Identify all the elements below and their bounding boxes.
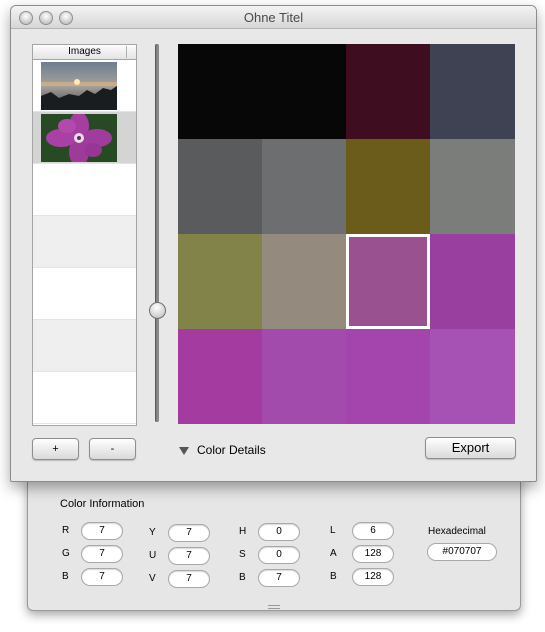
v-label: V <box>149 573 156 584</box>
lab-b-label: B <box>330 571 337 582</box>
color-swatch[interactable] <box>430 44 515 139</box>
add-image-button[interactable]: + <box>32 438 79 460</box>
b-label: B <box>62 571 69 582</box>
y-field[interactable]: 7 <box>168 524 210 542</box>
v-field[interactable]: 7 <box>168 570 210 588</box>
color-swatch[interactable] <box>430 139 515 234</box>
table-row[interactable] <box>33 60 136 112</box>
lab-b-field[interactable]: 128 <box>352 568 394 586</box>
table-row[interactable] <box>33 216 136 268</box>
hexadecimal-label: Hexadecimal <box>428 526 486 537</box>
main-window: Ohne Titel Images + - Color Details Expo… <box>10 5 537 482</box>
h-field[interactable]: 0 <box>258 523 300 541</box>
l-label: L <box>330 525 336 536</box>
sunset-thumbnail[interactable] <box>41 62 117 110</box>
table-row[interactable] <box>33 320 136 372</box>
table-row[interactable] <box>33 268 136 320</box>
color-palette-grid[interactable] <box>178 44 515 424</box>
hexadecimal-field[interactable]: #070707 <box>427 543 497 561</box>
h-label: H <box>239 526 247 537</box>
remove-image-button[interactable]: - <box>89 438 136 460</box>
r-field[interactable]: 7 <box>81 522 123 540</box>
disclosure-triangle-icon[interactable] <box>179 447 189 455</box>
color-swatch[interactable] <box>346 329 430 424</box>
export-button[interactable]: Export <box>425 437 516 459</box>
title-bar[interactable]: Ohne Titel <box>11 6 536 29</box>
l-field[interactable]: 6 <box>352 522 394 540</box>
color-swatch[interactable] <box>178 234 262 329</box>
a-field[interactable]: 128 <box>352 545 394 563</box>
s-field[interactable]: 0 <box>258 546 300 564</box>
color-swatch[interactable] <box>430 329 515 424</box>
color-swatch[interactable] <box>262 44 346 139</box>
color-swatch[interactable] <box>430 234 515 329</box>
color-swatch[interactable] <box>178 329 262 424</box>
table-row[interactable] <box>33 112 136 164</box>
table-row[interactable] <box>33 164 136 216</box>
color-swatch-selected[interactable] <box>346 234 430 329</box>
u-label: U <box>149 550 157 561</box>
color-details-drawer: Color Information R 7 G 7 B 7 Y 7 U 7 V … <box>27 478 521 611</box>
images-table[interactable]: Images <box>32 44 137 426</box>
images-column-header[interactable]: Images <box>33 45 136 60</box>
g-field[interactable]: 7 <box>81 545 123 563</box>
color-information-title: Color Information <box>60 498 145 510</box>
a-label: A <box>330 548 337 559</box>
color-swatch[interactable] <box>346 139 430 234</box>
color-swatch[interactable] <box>346 44 430 139</box>
y-label: Y <box>149 527 156 538</box>
g-label: G <box>62 548 70 559</box>
u-field[interactable]: 7 <box>168 547 210 565</box>
color-swatch[interactable] <box>178 44 262 139</box>
purple-flower-thumbnail[interactable] <box>41 114 117 162</box>
table-row[interactable] <box>33 372 136 424</box>
palette-size-slider-knob[interactable] <box>149 302 166 319</box>
color-swatch[interactable] <box>262 139 346 234</box>
color-swatch[interactable] <box>178 139 262 234</box>
color-swatch[interactable] <box>262 234 346 329</box>
palette-size-slider-track[interactable] <box>155 44 159 422</box>
s-label: S <box>239 549 246 560</box>
r-label: R <box>62 525 70 536</box>
b-field[interactable]: 7 <box>81 568 123 586</box>
brightness-field[interactable]: 7 <box>258 569 300 587</box>
color-details-toggle[interactable]: Color Details <box>197 443 266 457</box>
color-swatch[interactable] <box>262 329 346 424</box>
drawer-resize-grip[interactable] <box>268 605 280 609</box>
brightness-label: B <box>239 572 246 583</box>
window-title: Ohne Titel <box>243 10 304 25</box>
